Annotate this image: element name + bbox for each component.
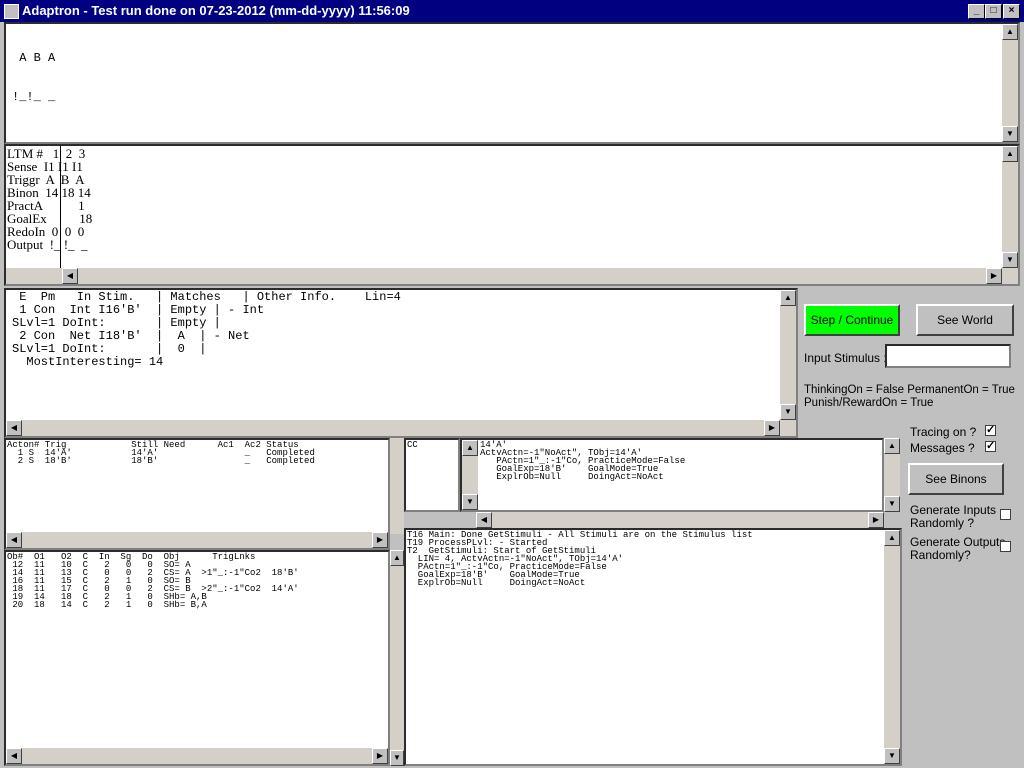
ltm-row: Output !_ !_ _: [7, 237, 88, 252]
scroll-left-icon[interactable]: ◀: [6, 748, 22, 764]
trace-line: ExplrOb=Null DoingAct=NoAct: [407, 578, 586, 588]
generate-outputs-label-1: Generate Outputs: [910, 535, 1006, 549]
info-vscroll[interactable]: ▲ ▼: [462, 440, 478, 510]
see-world-button[interactable]: See World: [916, 304, 1014, 336]
window-title: Adaptron - Test run done on 07-23-2012 (…: [22, 3, 410, 18]
info-right-vscroll[interactable]: ▲ ▼: [884, 438, 900, 512]
scroll-left-icon[interactable]: ◀: [6, 532, 22, 548]
scroll-down-icon[interactable]: ▼: [780, 404, 796, 420]
scroll-down-icon[interactable]: ▼: [884, 748, 900, 764]
objects-vscroll[interactable]: ▲ ▼: [390, 550, 404, 766]
scroll-down-icon[interactable]: ▼: [462, 494, 478, 510]
stimulus-row: MostInteresting= 14: [12, 355, 164, 369]
world-line-2: !_!_ _: [12, 90, 56, 104]
objects-hscroll[interactable]: ◀ ▶: [6, 748, 388, 764]
scroll-up-icon[interactable]: ▲: [884, 530, 900, 546]
messages-checkbox[interactable]: ✓: [985, 441, 996, 452]
see-binons-button[interactable]: See Binons: [908, 463, 1004, 495]
punish-reward-status: Punish/RewardOn = True: [804, 397, 934, 409]
scroll-down-icon[interactable]: ▼: [390, 750, 404, 766]
step-continue-button[interactable]: Step / Continue: [804, 304, 900, 336]
scroll-left-icon[interactable]: ◀: [476, 512, 492, 528]
scroll-right-icon[interactable]: ▶: [764, 420, 780, 436]
scroll-up-icon[interactable]: ▲: [462, 440, 478, 456]
actions-pane[interactable]: Acton# Trig Still Need Ac1 Ac2 Status 1 …: [4, 438, 390, 550]
scroll-down-icon[interactable]: ▼: [884, 496, 900, 512]
stimulus-hscroll[interactable]: ◀ ▶: [6, 420, 796, 436]
tracing-label: Tracing on ?: [910, 425, 977, 439]
tracing-checkbox[interactable]: ✓: [985, 425, 996, 436]
generate-inputs-label-2: Randomly ?: [910, 516, 975, 530]
action-row: 2 S 18'B' 18'B' _ Completed: [7, 456, 315, 466]
minimize-button[interactable]: _: [968, 4, 985, 19]
objects-pane[interactable]: Ob# O1 O2 C In Sg Do Obj TrigLnks 12 11 …: [4, 550, 390, 766]
world-line-1: A B A: [12, 51, 56, 65]
trace-pane[interactable]: T16 Main: Done GetStimuli - All Stimuli …: [404, 528, 902, 766]
scroll-right-icon[interactable]: ▶: [868, 512, 884, 528]
scroll-left-icon[interactable]: ◀: [6, 420, 22, 436]
scroll-right-icon[interactable]: ▶: [372, 532, 388, 548]
messages-label: Messages ?: [910, 441, 975, 455]
ltm-hscroll[interactable]: ◀ ▶: [6, 268, 1018, 284]
scroll-up-icon[interactable]: ▲: [780, 290, 796, 306]
info-line: ExplrOb=Null DoingAct=NoAct: [480, 472, 664, 482]
stimulus-vscroll[interactable]: ▲ ▼: [780, 290, 796, 420]
object-row: 20 18 14 C 2 1 0 SHb= B,A: [7, 600, 207, 610]
info-hscroll[interactable]: ◀ ▶: [476, 512, 884, 528]
input-stimulus-field[interactable]: [885, 344, 1011, 368]
stimulus-pane[interactable]: E Pm In Stim. | Matches | Other Info. Li…: [4, 288, 798, 438]
cc-label: CC: [407, 440, 418, 450]
world-vscroll[interactable]: ▲ ▼: [1002, 24, 1018, 142]
actions-hscroll[interactable]: ◀ ▶: [6, 532, 388, 548]
cc-pane[interactable]: CC: [404, 438, 460, 512]
ltm-pane[interactable]: LTM # 1 2 3 Sense I1 I1 I1 Triggr A B A Bin…: [4, 144, 1020, 286]
thinking-status: ThinkingOn = False PermanentOn = True: [804, 384, 1015, 396]
scroll-right-icon[interactable]: ▶: [986, 268, 1002, 284]
objects-table: Ob# O1 O2 C In Sg Do Obj TrigLnks 12 11 …: [7, 553, 299, 610]
generate-outputs-label-2: Randomly?: [910, 548, 971, 562]
generate-inputs-checkbox[interactable]: [1000, 509, 1011, 520]
world-pane[interactable]: A B A !_!_ _ ▲ ▼: [4, 22, 1020, 144]
trace-vscroll[interactable]: ▲ ▼: [884, 530, 900, 764]
scroll-up-icon[interactable]: ▲: [390, 550, 404, 566]
scroll-down-icon[interactable]: ▼: [1002, 252, 1018, 268]
actions-vscroll[interactable]: [390, 438, 404, 534]
info-text: 14'A' ActvActn=-1"NoAct", TObj=14'A' PAct…: [480, 441, 685, 482]
scroll-up-icon[interactable]: ▲: [1002, 146, 1018, 162]
trace-text: T16 Main: Done GetStimuli - All Stimuli …: [407, 531, 753, 588]
stimulus-table: E Pm In Stim. | Matches | Other Info. Li…: [12, 291, 401, 369]
input-stimulus-label: Input Stimulus :: [804, 351, 887, 365]
maximize-button[interactable]: □: [985, 4, 1002, 19]
scroll-up-icon[interactable]: ▲: [884, 438, 900, 454]
generate-outputs-checkbox[interactable]: [1000, 541, 1011, 552]
title-bar: Adaptron - Test run done on 07-23-2012 (…: [0, 0, 1024, 22]
info-pane[interactable]: ▲ ▼ 14'A' ActvActn=-1"NoAct", TObj=14'A' …: [460, 438, 884, 512]
ltm-vscroll[interactable]: ▲ ▼: [1002, 146, 1018, 268]
generate-inputs-label-1: Generate Inputs: [910, 503, 997, 517]
close-button[interactable]: ×: [1003, 4, 1020, 19]
scroll-left-icon[interactable]: ◀: [62, 268, 78, 284]
app-icon[interactable]: [4, 4, 19, 19]
scroll-up-icon[interactable]: ▲: [1002, 24, 1018, 40]
ltm-table: LTM # 1 2 3 Sense I1 I1 I1 Triggr A B A Bin…: [7, 147, 92, 251]
scroll-right-icon[interactable]: ▶: [372, 748, 388, 764]
scroll-down-icon[interactable]: ▼: [1002, 126, 1018, 142]
actions-table: Acton# Trig Still Need Ac1 Ac2 Status 1 …: [7, 441, 315, 466]
